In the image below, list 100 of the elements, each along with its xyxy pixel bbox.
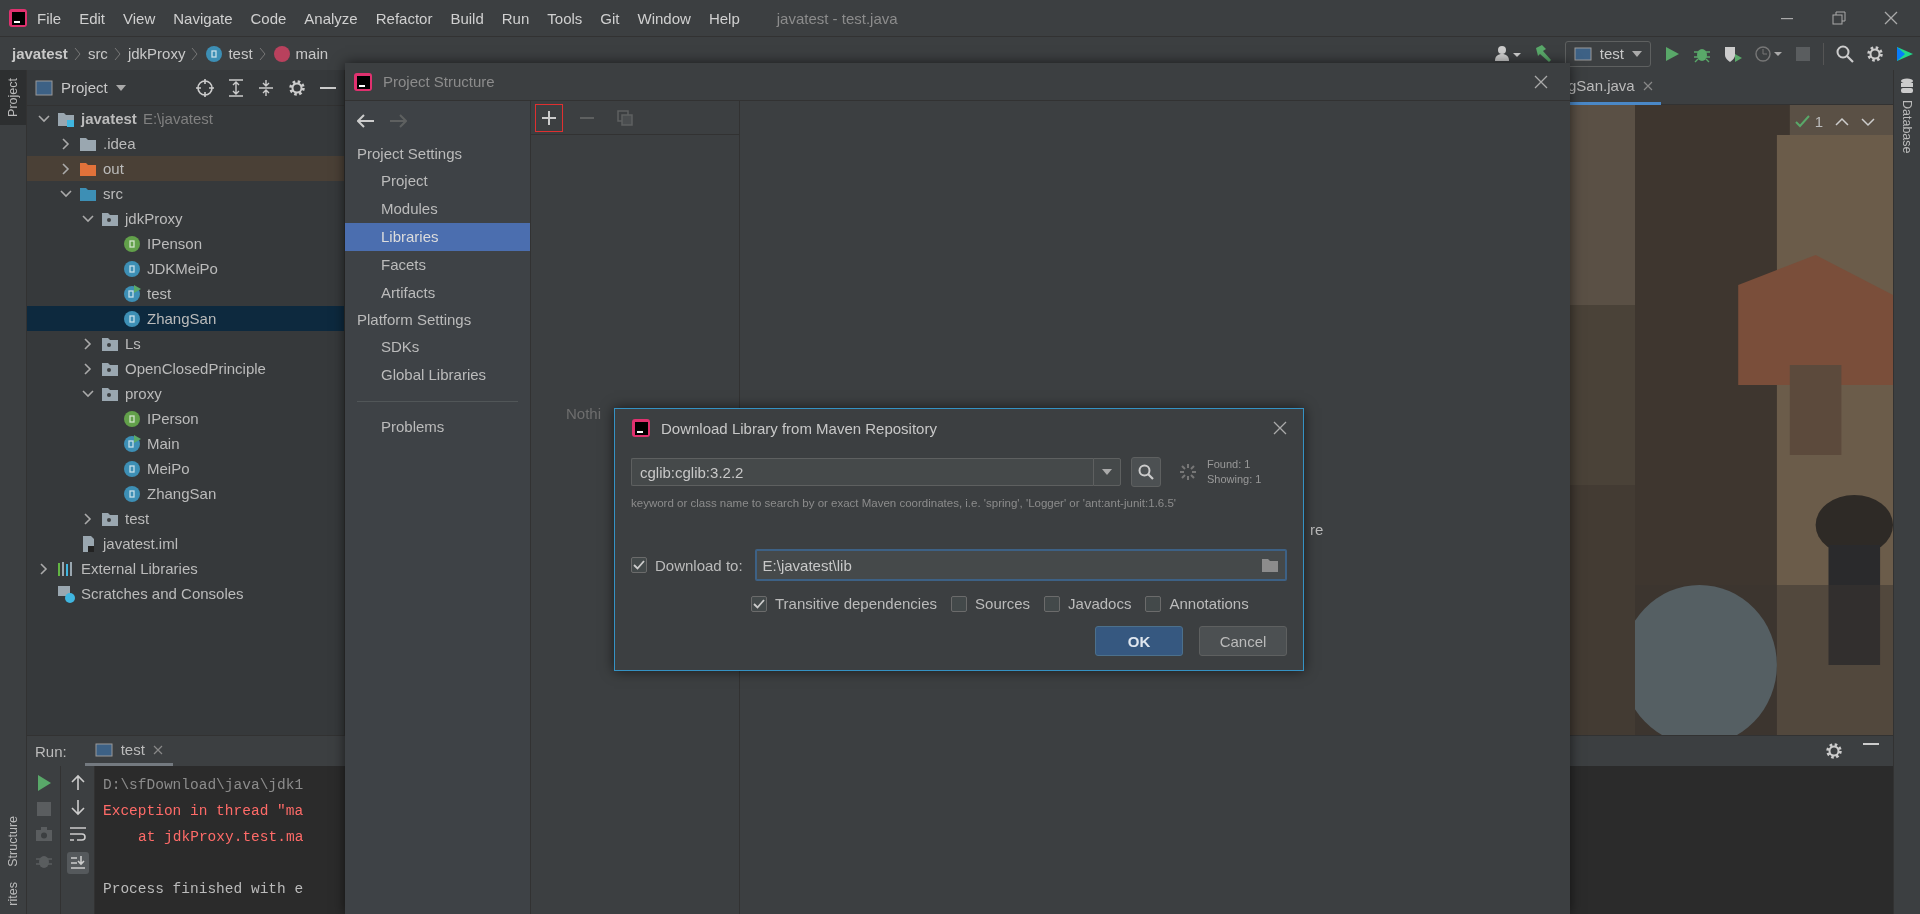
breadcrumb[interactable]: src [87, 45, 108, 62]
tree-item[interactable]: Ls [27, 331, 344, 356]
folder-icon[interactable] [1261, 557, 1279, 573]
checkbox[interactable] [1145, 595, 1162, 612]
plugin-logo-icon[interactable] [1896, 44, 1914, 63]
minimize-icon[interactable] [1863, 742, 1879, 746]
run-tab[interactable]: test [84, 736, 173, 766]
dropdown-button[interactable] [1093, 458, 1121, 486]
tool-window-tab[interactable]: Structure [0, 807, 26, 875]
sidebar-item[interactable]: Artifacts [345, 279, 530, 307]
menu-item[interactable]: Tools [538, 9, 592, 27]
dialog-title: Download Library from Maven Repository [661, 419, 937, 437]
tree-item[interactable]: IPerson [27, 406, 344, 431]
close-icon[interactable] [1273, 421, 1287, 435]
caret-icon[interactable] [115, 84, 126, 91]
tree-item[interactable]: OpenClosedPrinciple [27, 356, 344, 381]
back-arrow-icon[interactable] [357, 114, 375, 128]
tree-item[interactable]: Scratches and Consoles [27, 581, 344, 606]
add-button[interactable] [535, 103, 563, 132]
menu-item[interactable]: File [28, 9, 71, 27]
settings-icon[interactable] [1825, 742, 1843, 760]
class-icon [123, 309, 141, 328]
tool-window-tab[interactable]: Project [0, 70, 26, 125]
chevron-down-icon[interactable] [1861, 116, 1875, 127]
sidebar-item[interactable]: Libraries [345, 223, 530, 251]
user-icon[interactable] [1494, 44, 1521, 63]
menu-item[interactable]: Git [591, 9, 629, 27]
sidebar-item[interactable]: Global Libraries [345, 361, 530, 389]
menu-item[interactable]: Analyze [295, 9, 367, 27]
cancel-button[interactable]: Cancel [1199, 626, 1287, 656]
menu-item[interactable]: Help [699, 9, 749, 27]
breadcrumb[interactable]: jdkProxy [127, 45, 186, 62]
app-logo-icon [353, 71, 373, 92]
menu-item[interactable]: Refactor [366, 9, 442, 27]
tree-item[interactable]: jdkProxy [27, 206, 344, 231]
tree-item[interactable]: .idea [27, 131, 344, 156]
checkbox[interactable] [1044, 595, 1061, 612]
tree-item[interactable]: proxy [27, 381, 344, 406]
tree-item[interactable]: External Libraries [27, 556, 344, 581]
checkbox[interactable] [751, 595, 767, 612]
restore-icon[interactable] [1832, 11, 1846, 25]
close-icon[interactable] [1884, 11, 1898, 25]
breadcrumb[interactable]: test [205, 44, 253, 63]
panel-title[interactable]: Project [61, 79, 108, 96]
tool-window-tab[interactable]: rites [0, 874, 26, 914]
scroll-to-end-icon[interactable] [66, 852, 89, 874]
plus-icon [542, 110, 556, 125]
breadcrumb[interactable]: main [272, 44, 329, 63]
collapse-all-icon[interactable] [258, 78, 274, 97]
chevron-up-icon[interactable] [1835, 116, 1849, 127]
soft-wrap-icon[interactable] [68, 826, 87, 842]
breadcrumb[interactable]: javatest [12, 45, 68, 62]
menu-item[interactable]: Window [628, 9, 700, 27]
checkbox[interactable] [951, 595, 968, 612]
run-configuration-dropdown[interactable]: test [1564, 40, 1651, 67]
menu-item[interactable]: View [114, 9, 165, 27]
shield-run-icon[interactable] [1723, 44, 1743, 63]
menu-item[interactable]: Navigate [164, 9, 242, 27]
tree-item[interactable]: javatest E:\javatest [27, 106, 344, 131]
path-field[interactable]: E:\javatest\lib [754, 549, 1287, 581]
tree-item[interactable]: ZhangSan [27, 306, 344, 331]
menu-item[interactable]: Run [492, 9, 539, 27]
profiler-icon[interactable] [1755, 44, 1783, 63]
search-icon[interactable] [1836, 44, 1854, 63]
sidebar-item[interactable]: Modules [345, 195, 530, 223]
search-field[interactable]: cglib:cglib:3.2.2 [631, 458, 1093, 486]
close-icon[interactable] [1642, 80, 1653, 91]
expand-all-icon[interactable] [228, 78, 244, 97]
tree-item[interactable]: test [27, 281, 344, 306]
tree-item[interactable]: src [27, 181, 344, 206]
tree-item[interactable]: test [27, 506, 344, 531]
search-button[interactable] [1131, 457, 1161, 487]
menu-item[interactable]: Edit [70, 9, 115, 27]
tree-item[interactable]: JDKMeiPo [27, 256, 344, 281]
run-icon[interactable] [1663, 44, 1681, 63]
tool-window-tab[interactable]: Database [1894, 70, 1920, 162]
settings-icon[interactable] [288, 78, 306, 97]
tree-item[interactable]: Main [27, 431, 344, 456]
sidebar-item[interactable]: Problems [345, 413, 530, 441]
menu-item[interactable]: Build [441, 9, 493, 27]
arrow-up-icon[interactable] [70, 774, 85, 790]
sidebar-item[interactable]: Facets [345, 251, 530, 279]
tree-item[interactable]: IPenson [27, 231, 344, 256]
sidebar-item[interactable]: Project [345, 167, 530, 195]
tree-item[interactable]: out [27, 156, 344, 181]
menu-item[interactable]: Code [241, 9, 296, 27]
inspection-counter[interactable]: 1 [1794, 113, 1823, 130]
run-icon[interactable] [35, 774, 52, 792]
settings-icon[interactable] [1866, 44, 1884, 63]
tree-item[interactable]: MeiPo [27, 456, 344, 481]
ok-button[interactable]: OK [1095, 626, 1183, 656]
sidebar-item[interactable]: SDKs [345, 333, 530, 361]
caret-icon [1632, 50, 1642, 57]
tree-item[interactable]: javatest.iml [27, 531, 344, 556]
tree-item[interactable]: ZhangSan [27, 481, 344, 506]
arrow-down-icon[interactable] [70, 800, 85, 816]
close-icon[interactable] [1534, 74, 1548, 89]
close-icon[interactable] [152, 744, 163, 755]
target-icon[interactable] [196, 78, 214, 97]
checkbox[interactable] [631, 557, 647, 573]
